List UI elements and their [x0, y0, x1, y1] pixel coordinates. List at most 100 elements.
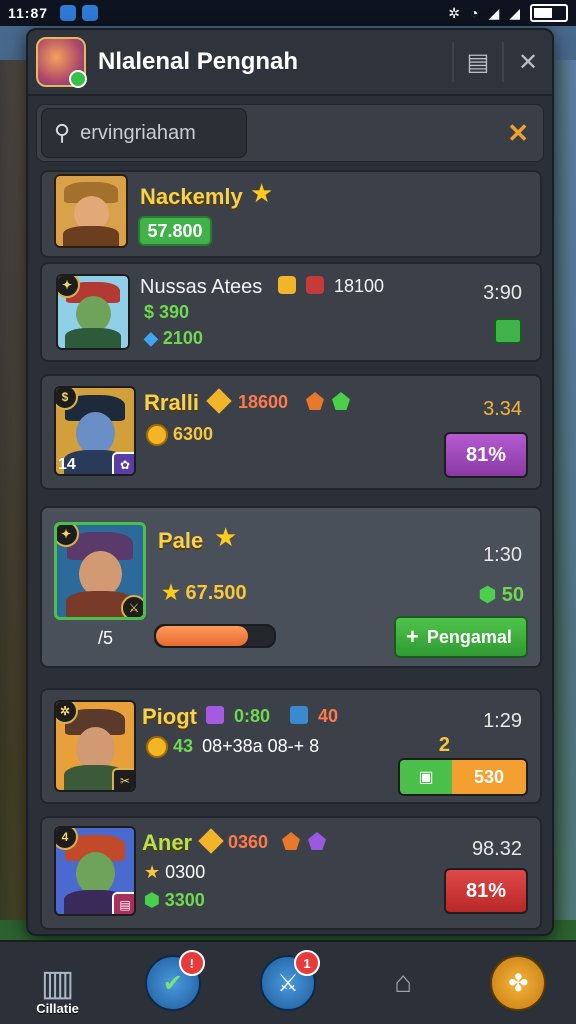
tower-icon: ⌂ — [394, 966, 413, 999]
nav-item-orb[interactable]: ✤ — [478, 948, 558, 1018]
coins-row: 43 08+38a 08-+ 8 — [146, 736, 320, 759]
clear-search-icon[interactable]: ✕ — [507, 118, 529, 149]
hero-name: Piogt — [142, 704, 197, 729]
hero-portrait: ✦ — [56, 274, 130, 350]
stat2-value: 2100 — [162, 328, 203, 348]
upgrade-button[interactable]: ▣ 530 — [398, 758, 528, 796]
chat-icon[interactable]: ▤ — [454, 30, 502, 94]
hero-portrait — [54, 174, 128, 248]
green-gem-icon — [332, 392, 350, 410]
hero-portrait: ✲ ✂ — [54, 700, 136, 792]
list-item[interactable]: $ ✿ 14 Rralli 18600 6300 3.34 81% — [40, 374, 542, 490]
hero-portrait: ✦ ⚔ — [54, 522, 146, 620]
timer: 1:29 — [483, 710, 522, 732]
hero-portrait: 4 ▤ — [54, 826, 136, 916]
search-box[interactable]: ⚲ — [41, 108, 247, 158]
hero-name: Rralli — [144, 390, 200, 415]
app-notification-icon-2 — [82, 5, 99, 21]
nav-item-castle[interactable]: ▥ Cillatie — [18, 948, 98, 1018]
dialog-header: Nlalenal Pengnah ▤ ✕ — [28, 30, 552, 96]
weapon-icon: ⚔ — [121, 595, 143, 617]
stat2-row: ◆ 2100 — [144, 328, 203, 349]
hero-price: 18600 — [238, 392, 289, 412]
stat1-value: 390 — [159, 302, 190, 322]
app-notification-icon — [60, 5, 77, 21]
hero-price: 0360 — [228, 832, 269, 852]
button-value: 530 — [452, 760, 526, 794]
orb-icon: ✤ — [490, 955, 547, 1011]
timer: 3.34 — [483, 398, 522, 420]
coins-value: 0300 — [165, 862, 206, 882]
item-icon — [306, 276, 324, 294]
search-input[interactable] — [78, 120, 233, 146]
gem-icon: ◆ — [144, 328, 158, 348]
app-avatar-icon — [36, 37, 87, 88]
class-icon: ✿ — [112, 452, 134, 474]
notification-badge: 1 — [293, 950, 320, 976]
timer: 3:90 — [483, 282, 522, 304]
star-icon: ★ — [250, 178, 274, 208]
gold-gem-icon — [206, 388, 232, 414]
gems-value: 3300 — [164, 890, 205, 910]
hero-price: 0:80 — [234, 706, 271, 726]
battery-icon — [530, 4, 568, 22]
orange-gem-icon — [282, 832, 300, 850]
hero-name: Nussas Atees — [140, 276, 263, 298]
bar-chart-icon[interactable] — [494, 318, 522, 344]
stat1-row: $ 390 — [144, 302, 189, 323]
badge-number: 2 — [438, 734, 450, 756]
nav-label: Cillatie — [36, 1001, 79, 1016]
hero-level: 14 — [58, 456, 76, 473]
star-small-icon: ★ — [162, 582, 180, 604]
extra-value: 40 — [318, 706, 339, 726]
value-text: 67.500 — [185, 582, 247, 604]
gear-icon: ✲ — [448, 4, 460, 21]
nav-item-battle[interactable]: ⚔ 1 — [248, 948, 328, 1018]
search-icon: ⚲ — [54, 120, 71, 145]
nav-item-tower[interactable]: ⌂ — [363, 948, 443, 1018]
cash-icon: $ — [144, 302, 155, 322]
coin-icon — [146, 736, 168, 759]
percent-button[interactable]: 81% — [444, 868, 528, 914]
hero-name: Nackemly — [140, 184, 243, 209]
coins-row: ★ 0300 — [144, 862, 205, 883]
list-item[interactable]: 4 ▤ Aner 0360 ★ 0300 ⬢ 3300 98.32 81% — [40, 816, 542, 930]
gold-gem-icon — [198, 828, 224, 854]
list-item[interactable]: ✲ ✂ Piogt 0:80 40 43 08+38a 08-+ 8 1:29 … — [40, 688, 542, 804]
coins-value: 6300 — [173, 424, 214, 444]
value-row: ★ 67.500 — [162, 580, 247, 605]
timer: 1:30 — [483, 544, 522, 566]
class-icon: ▤ — [112, 892, 134, 914]
wifi-icon: ◔ — [469, 5, 479, 21]
hero-name: Aner — [142, 830, 193, 855]
nav-item-quests[interactable]: ✔ ! — [133, 948, 213, 1018]
coin-icon — [146, 424, 168, 447]
map-icon — [290, 706, 308, 724]
list-item[interactable]: ✦ ⚔ /5 Pale ★ ★ 67.500 1:30 ⬢ 50 + Penga… — [40, 506, 542, 668]
progress-bar — [154, 624, 276, 648]
gems-row: ⬢ 50 — [479, 582, 524, 607]
description: 08+38a 08-+ 8 — [202, 736, 320, 756]
dialog-panel: Nlalenal Pengnah ▤ ✕ ⚲ ✕ Nackemly ★ 57.8… — [26, 28, 554, 936]
close-icon[interactable]: ✕ — [504, 30, 552, 94]
percent-button[interactable]: 81% — [444, 432, 528, 478]
bottom-nav: ▥ Cillatie ✔ ! ⚔ 1 ⌂ ✤ — [0, 940, 576, 1024]
coins-row: 6300 — [146, 424, 214, 447]
star-small-icon: ★ — [144, 862, 161, 882]
search-bar: ⚲ ✕ — [36, 104, 544, 162]
status-bar: 11:87 ✲ ◔ ◢ ◢ — [0, 0, 576, 26]
weapon-icon: ✂ — [112, 768, 134, 790]
hero-price: 18100 — [334, 276, 385, 296]
page-title: Nlalenal Pengnah — [98, 48, 299, 75]
progress-fill — [156, 626, 249, 646]
gems-row: ⬢ 3300 — [144, 890, 205, 911]
star-icon: ★ — [214, 522, 238, 552]
orange-gem-icon — [306, 392, 324, 410]
gem-icon: ⬢ — [478, 584, 497, 606]
notification-badge: ! — [178, 950, 205, 976]
list-item[interactable]: ✦ Nussas Atees 18100 $ 390 ◆ 2100 3:90 — [40, 262, 542, 362]
purple-gem-icon — [308, 832, 326, 850]
action-button[interactable]: + Pengamal — [394, 616, 528, 658]
chest-icon — [278, 276, 296, 294]
list-item[interactable]: Nackemly ★ 57.800 — [40, 170, 542, 258]
